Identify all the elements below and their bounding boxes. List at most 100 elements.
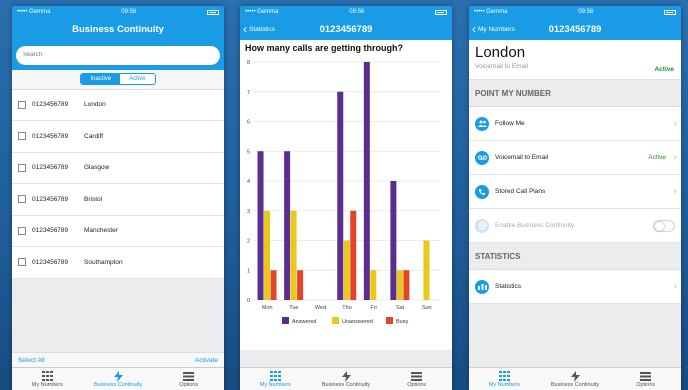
bar-busy [403,270,410,300]
chart-title: How many calls are getting through? [240,40,452,56]
number-header: London Voicemail to Email Active [469,40,681,80]
tab-label: Options [179,381,199,388]
city-title: London [475,44,526,61]
status-badge: Active [648,154,666,161]
chevron-right-icon: › [673,281,677,292]
x-tick-label: Sat [396,305,405,311]
bar-unanswered [370,270,377,300]
legend-swatch [282,317,289,324]
phone-icon [475,184,489,199]
menu-icon [183,371,195,382]
toggle-switch[interactable] [653,219,675,232]
x-tick-label: Sun [422,305,432,311]
checkbox[interactable] [18,258,26,267]
bottom-actions: Select All Activate [12,351,224,368]
segment-inactive[interactable]: Inactive [81,74,121,84]
tab-options[interactable]: Options [381,368,452,390]
city-label: London [84,101,106,109]
list-item[interactable]: 0123456789 Southampton [12,247,224,279]
checkbox[interactable] [18,195,26,204]
chart-footer [240,350,452,366]
tab-my-numbers[interactable]: My Numbers [12,368,83,390]
activate-button[interactable]: Activate [195,357,218,364]
number-label: 0123456789 [32,132,69,140]
stored-plans-row[interactable]: Stored Call Plans › [469,175,681,209]
row-label: Stored Call Plans [495,188,546,195]
y-tick-label: 3 [247,209,250,215]
x-tick-label: Thu [342,305,351,311]
bolt-icon [570,370,581,382]
phone-number-detail: ••••• Gemma 09:56 ‹ My Numbers 0123456789… [469,6,681,390]
list-item[interactable]: 0123456789 Manchester [12,215,224,247]
tab-label: Business Continuity [550,381,600,388]
back-button[interactable]: ‹ Statistics [243,18,275,40]
menu-icon [640,371,652,382]
tab-business-continuity[interactable]: Business Continuity [83,368,154,390]
phone-statistics: ••••• Gemma 09:56 ‹ Statistics 0123456789… [240,6,452,390]
keypad-icon [498,371,510,382]
row-label: Statistics [495,283,522,290]
bar-answered [337,91,344,300]
page-title: 0123456789 [548,23,602,35]
time-label: 09:56 [121,9,137,15]
number-list: 0123456789 London 0123456789 Cardiff 01234… [12,89,224,279]
empty-area [469,304,681,374]
status-bar: ••••• Gemma 09:56 [240,6,452,18]
checkbox[interactable] [18,100,26,109]
y-tick-label: 7 [247,90,250,96]
tab-my-numbers[interactable]: My Numbers [469,368,540,390]
statistics-row[interactable]: Statistics › [469,270,681,304]
city-label: Southampton [84,258,123,266]
checkbox[interactable] [18,226,26,235]
list-item[interactable]: 0123456789 Glasgow [12,152,224,184]
bar-busy [270,270,277,300]
city-label: Glasgow [84,164,110,172]
tab-options[interactable]: Options [610,368,681,390]
y-tick-label: 2 [247,239,250,245]
follow-me-row[interactable]: Follow Me › [469,107,681,141]
y-tick-label: 1 [247,268,250,274]
city-label: Manchester [84,227,118,235]
legend-label: Answered [292,319,316,325]
y-tick-label: 4 [247,179,250,185]
list-item[interactable]: 0123456789 Cardiff [12,121,224,153]
number-label: 0123456789 [32,227,69,235]
tab-business-continuity[interactable]: Business Continuity [540,368,611,390]
legend-label: Unanswered [342,319,373,325]
chart-icon [475,279,489,294]
status-badge: Active [654,66,674,73]
bar-answered [390,181,397,300]
status-bar: ••••• Gemma 09:56 [12,6,224,18]
checkbox[interactable] [18,132,26,141]
bar-unanswered [423,240,430,300]
keypad-icon [269,371,281,382]
chevron-left-icon: ‹ [472,22,476,36]
back-button[interactable]: ‹ My Numbers [472,18,515,40]
tab-label: Business Continuity [93,381,143,388]
y-tick-label: 6 [247,120,250,126]
segment-active[interactable]: Active [120,74,155,84]
tab-options[interactable]: Options [153,368,224,390]
tab-my-numbers[interactable]: My Numbers [240,368,311,390]
chevron-right-icon: › [673,186,677,197]
chart-area: 0 1 2 3 4 5 6 7 8 Mon Tue Wed Thu Fri Sat Sun Answered Un… [240,56,452,350]
tab-label: My Numbers [259,381,291,388]
back-label: Statistics [249,25,276,33]
legend-swatch [332,317,339,324]
bar-unanswered [264,210,271,300]
bolt-icon [113,370,124,382]
tab-business-continuity[interactable]: Business Continuity [311,368,382,390]
nav-bar: Business Continuity [12,18,224,40]
select-all-button[interactable]: Select All [18,357,45,364]
checkbox[interactable] [18,163,26,172]
bar-answered [284,151,291,300]
list-item[interactable]: 0123456789 London [12,89,224,121]
voicemail-row[interactable]: Voicemail to Email Active › [469,141,681,175]
keypad-icon [41,371,53,382]
legend-label: Busy [396,319,408,325]
chevron-right-icon: › [673,118,677,129]
list-item[interactable]: 0123456789 Bristol [12,184,224,216]
tab-bar: My Numbers Business Continuity Options [240,367,452,390]
battery-icon [435,9,447,15]
search-input[interactable] [16,45,220,65]
